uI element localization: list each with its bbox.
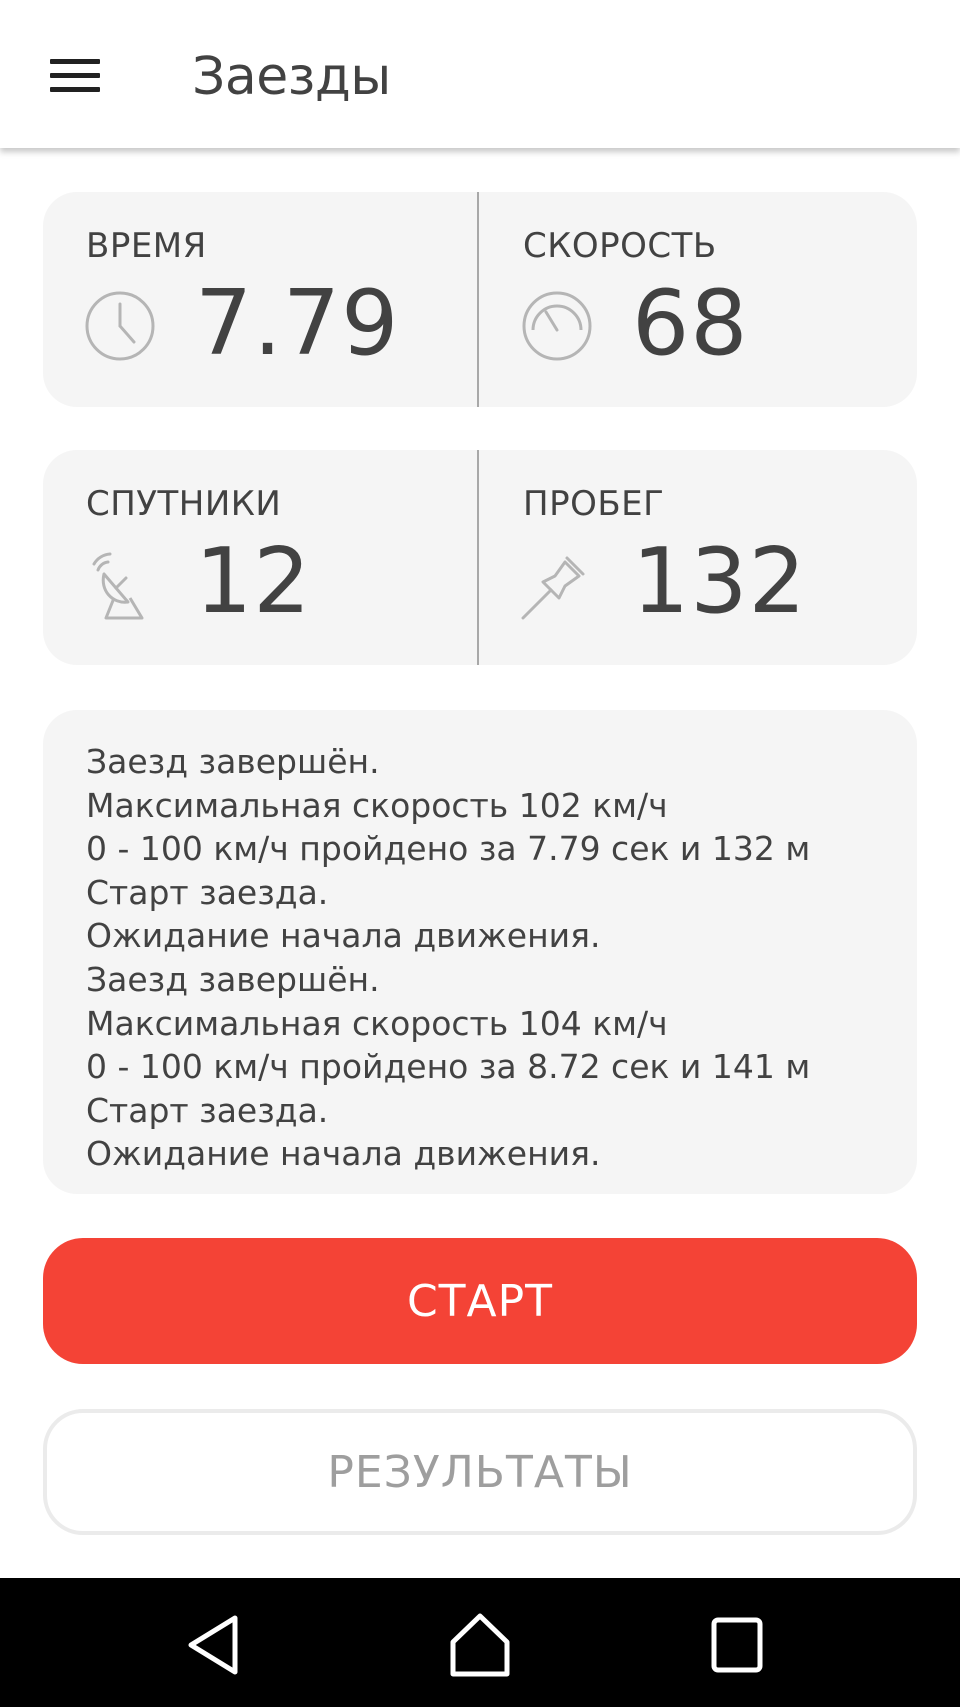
log-line: Старт заезда. bbox=[86, 1090, 329, 1130]
stat-label: СПУТНИКИ bbox=[86, 484, 282, 524]
menu-bar-line bbox=[50, 86, 100, 92]
hamburger-menu-icon[interactable] bbox=[30, 40, 120, 110]
stat-satellites: СПУТНИКИ 12 bbox=[43, 450, 473, 665]
pushpin-icon bbox=[521, 556, 585, 620]
stat-value: 12 bbox=[195, 529, 312, 634]
stat-speed: СКОРОСТЬ 68 bbox=[480, 192, 910, 407]
stats-card-satellites-distance: СПУТНИКИ 12 ПРОБЕГ 132 bbox=[43, 450, 917, 665]
system-nav-bar bbox=[0, 1578, 960, 1707]
speedometer-icon bbox=[522, 291, 592, 361]
clock-icon bbox=[85, 291, 155, 361]
card-divider bbox=[477, 192, 479, 407]
log-line: Заезд завершён. bbox=[86, 959, 380, 999]
log-line: Ожидание начала движения. bbox=[86, 916, 601, 956]
log-line: Максимальная скорость 104 км/ч bbox=[86, 1003, 668, 1043]
log-line: Максимальная скорость 102 км/ч bbox=[86, 785, 668, 825]
start-button[interactable]: СТАРТ bbox=[43, 1238, 917, 1364]
log-line: Старт заезда. bbox=[86, 872, 329, 912]
menu-bar-line bbox=[50, 72, 100, 78]
log-line: Ожидание начала движения. bbox=[86, 1134, 601, 1174]
home-icon[interactable] bbox=[435, 1600, 525, 1690]
card-divider bbox=[477, 450, 479, 665]
back-triangle-icon[interactable] bbox=[169, 1600, 259, 1690]
stat-distance: ПРОБЕГ 132 bbox=[480, 450, 910, 665]
stat-label: ПРОБЕГ bbox=[523, 484, 665, 524]
stat-value: 132 bbox=[632, 529, 807, 634]
race-log: Заезд завершён. Максимальная скорость 10… bbox=[43, 710, 917, 1194]
log-line: 0 - 100 км/ч пройдено за 8.72 сек и 141 … bbox=[86, 1047, 811, 1087]
recents-square-icon[interactable] bbox=[692, 1600, 782, 1690]
log-line: Заезд завершён. bbox=[86, 742, 380, 781]
stats-card-time-speed: ВРЕМЯ 7.79 СКОРОСТЬ 68 bbox=[43, 192, 917, 407]
stat-label: СКОРОСТЬ bbox=[523, 226, 717, 266]
stat-value: 7.79 bbox=[195, 271, 400, 376]
menu-bar-line bbox=[50, 58, 100, 64]
results-button[interactable]: РЕЗУЛЬТАТЫ bbox=[43, 1409, 917, 1535]
stat-value: 68 bbox=[632, 271, 749, 376]
app-bar: Заезды bbox=[0, 0, 960, 148]
stat-label: ВРЕМЯ bbox=[86, 226, 207, 266]
log-line: 0 - 100 км/ч пройдено за 7.79 сек и 132 … bbox=[86, 829, 811, 869]
satellite-dish-icon bbox=[92, 552, 144, 620]
page-title: Заезды bbox=[192, 47, 391, 107]
stat-time: ВРЕМЯ 7.79 bbox=[43, 192, 473, 407]
